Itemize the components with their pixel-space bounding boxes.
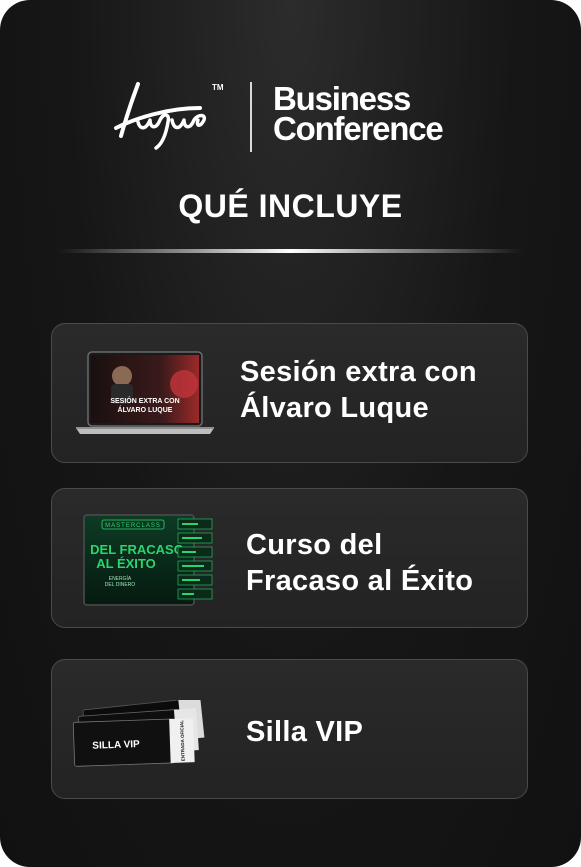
ticket-text: SILLA VIP bbox=[92, 739, 140, 752]
thumb-title-line1: DEL FRACASO bbox=[90, 542, 184, 557]
laptop-thumbnail: SESIÓN EXTRA CON ÁLVARO LUQUE bbox=[76, 351, 214, 434]
brand-name-line2: Conference bbox=[273, 110, 444, 147]
section-title: QUÉ INCLUYE bbox=[178, 188, 403, 224]
include-item-label: Sesión extra con Álvaro Luque bbox=[240, 354, 477, 426]
trademark-mark: TM bbox=[212, 83, 224, 92]
ticket-thumbnail: SILLA VIP ENTRADA OFICIAL bbox=[72, 700, 205, 767]
thumb-sub-line1: ENERGÍA bbox=[109, 575, 132, 582]
thumb-caption-line2: ÁLVARO LUQUE bbox=[118, 405, 173, 414]
include-item-course[interactable]: MASTERCLASS DEL FRACASO AL ÉXITO ENERGÍA… bbox=[51, 488, 528, 628]
glow-divider bbox=[58, 249, 523, 253]
brand-name: Business Conference bbox=[273, 82, 444, 147]
thumb-caption-line1: SESIÓN EXTRA CON bbox=[110, 396, 179, 405]
include-item-vip-seat[interactable]: SILLA VIP ENTRADA OFICIAL Silla VIP bbox=[51, 659, 528, 799]
thumb-kicker: MASTERCLASS bbox=[105, 523, 161, 529]
label-line1: Curso del bbox=[246, 529, 383, 561]
course-thumbnail: MASTERCLASS DEL FRACASO AL ÉXITO ENERGÍA… bbox=[83, 514, 213, 606]
brand-header: TM Business Conference bbox=[0, 70, 581, 160]
luque-logo: TM bbox=[114, 82, 224, 150]
thumb-sub-line2: DEL DINERO bbox=[105, 582, 135, 588]
include-item-bonus-session[interactable]: SESIÓN EXTRA CON ÁLVARO LUQUE Sesión ext… bbox=[51, 323, 528, 463]
include-item-label: Silla VIP bbox=[246, 714, 363, 750]
include-item-label: Curso del Fracaso al Éxito bbox=[246, 527, 473, 599]
label-line1: Sesión extra con bbox=[240, 356, 477, 388]
label-line2: Fracaso al Éxito bbox=[246, 565, 474, 597]
header-divider bbox=[250, 82, 252, 152]
label-line2: Álvaro Luque bbox=[240, 392, 429, 424]
label-line1: Silla VIP bbox=[246, 716, 364, 748]
offer-card: TM Business Conference QUÉ INCLUYE SESIÓ… bbox=[0, 0, 581, 867]
thumb-title-line2: AL ÉXITO bbox=[96, 556, 155, 571]
